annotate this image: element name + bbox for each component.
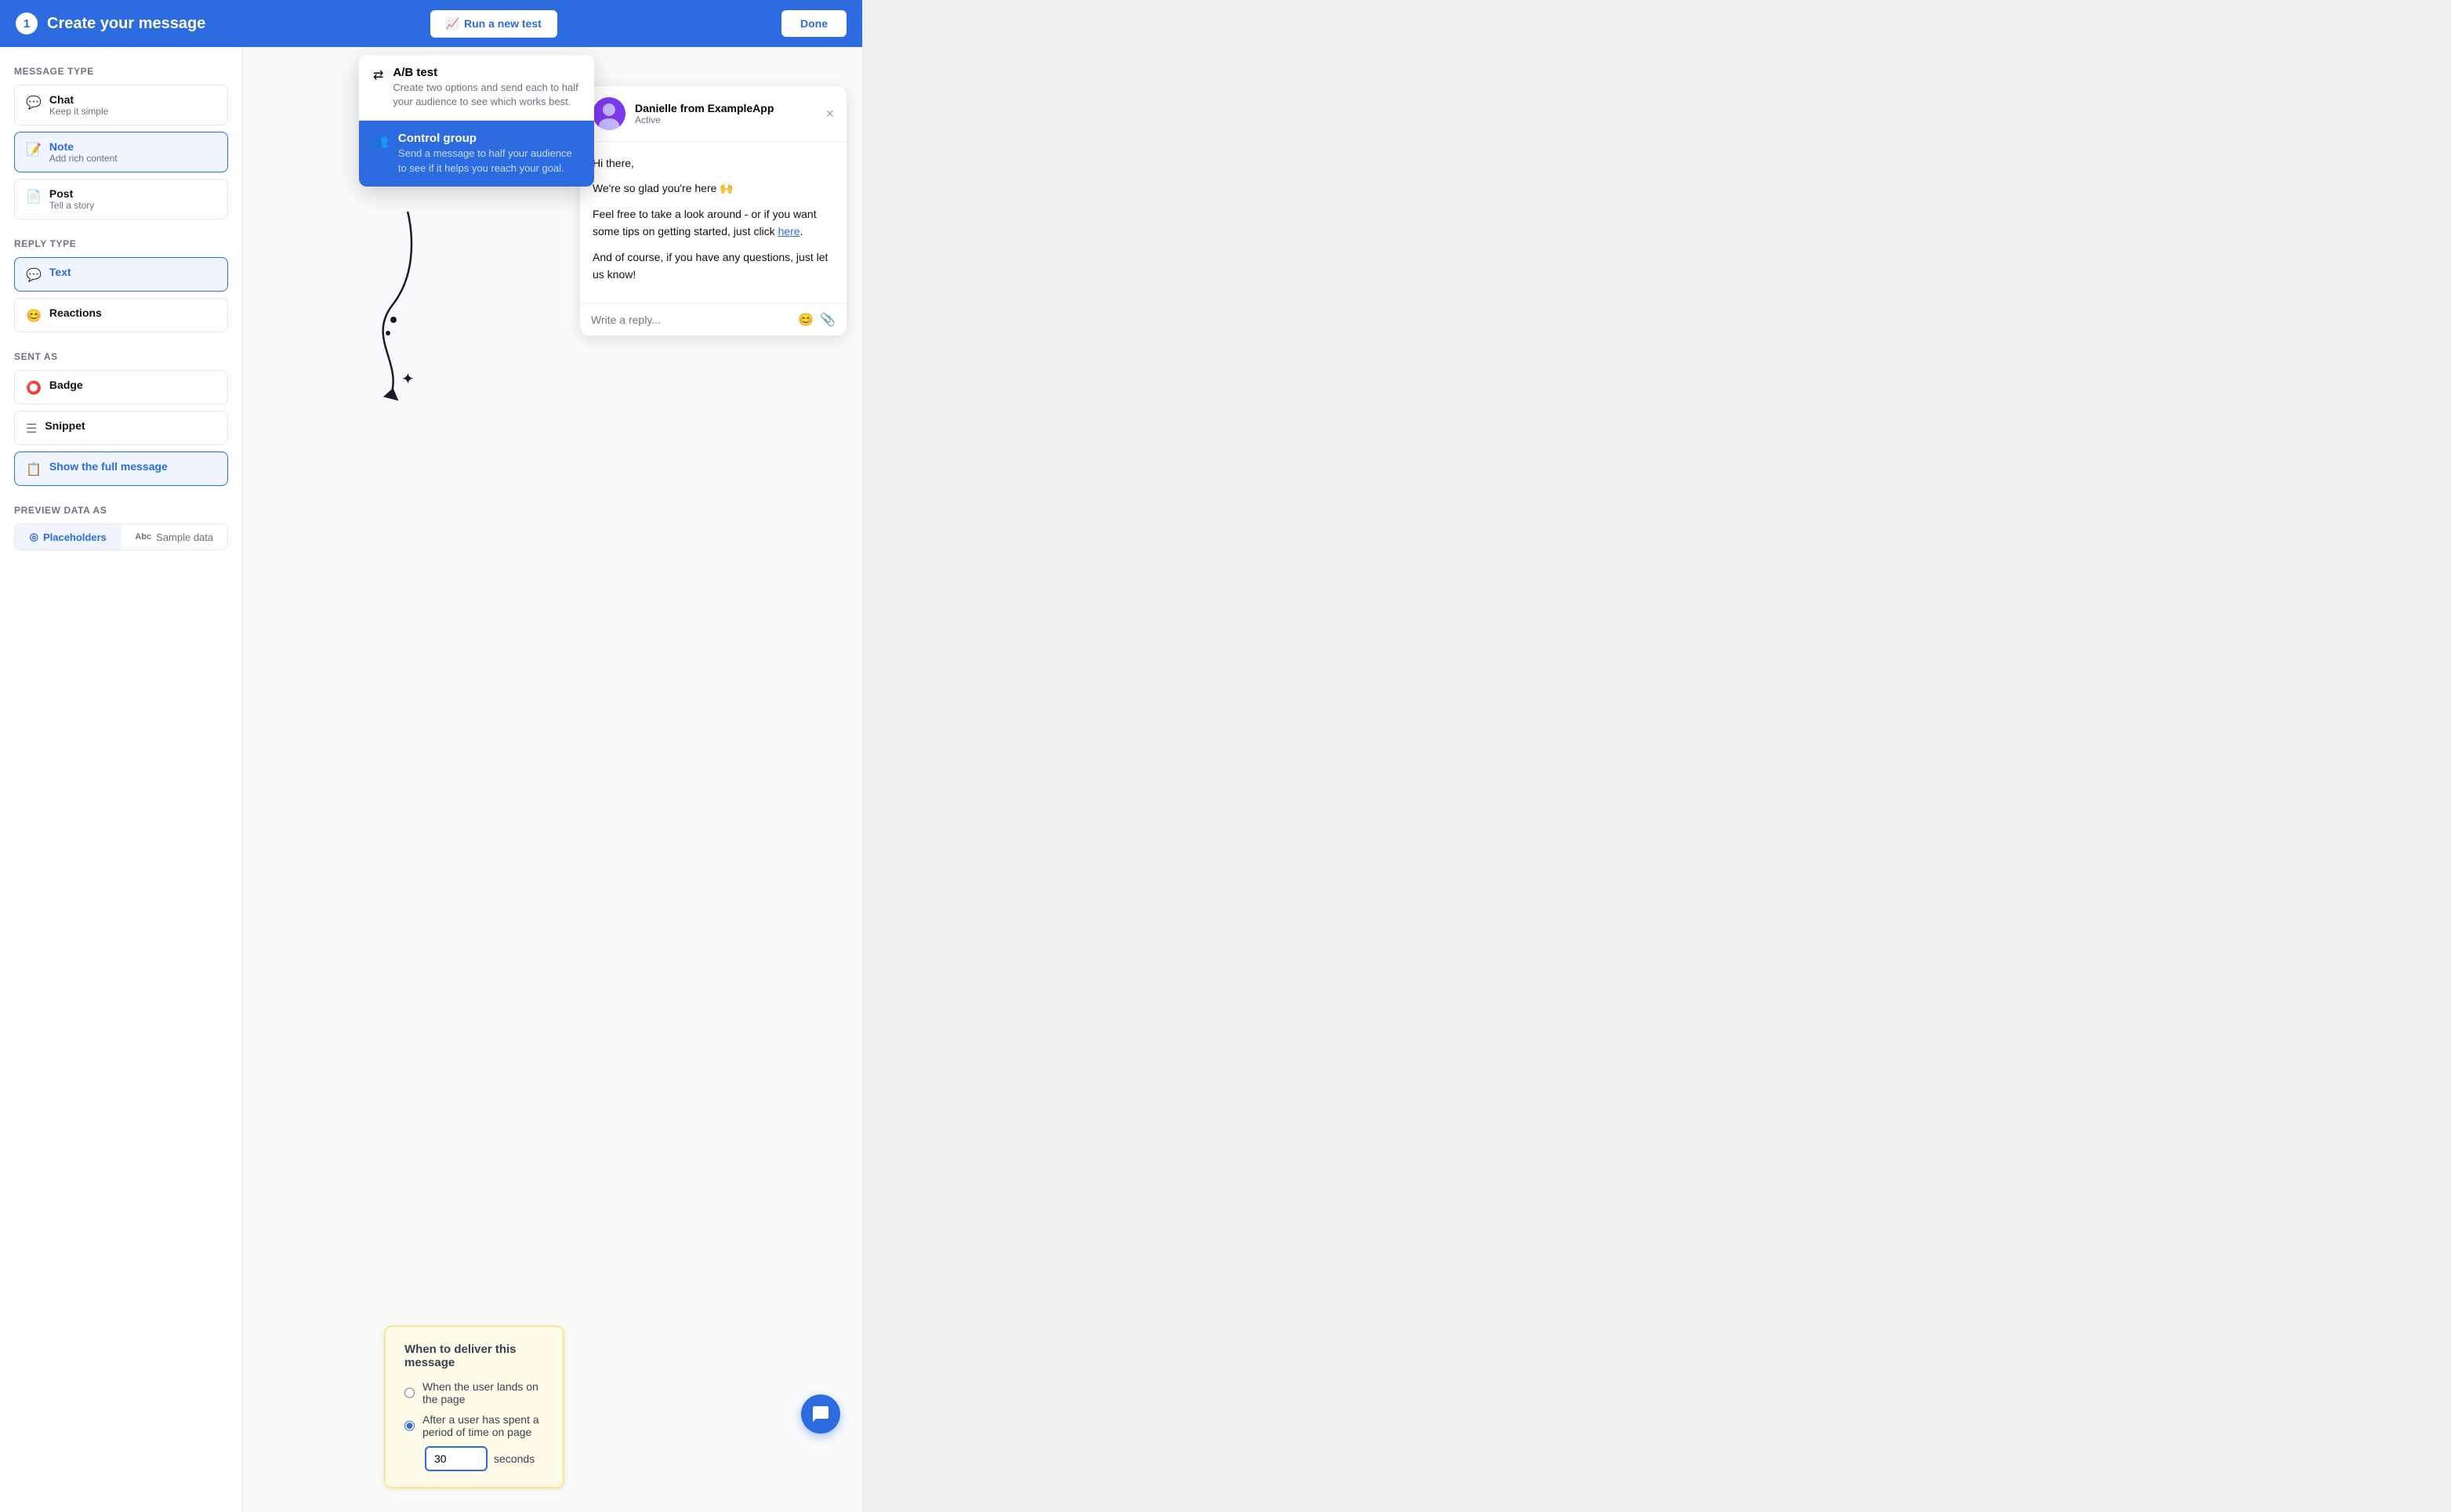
- ab-test-title: A/B test: [393, 66, 580, 79]
- dropdown-control-group[interactable]: 👥 Control group Send a message to half y…: [359, 121, 594, 186]
- post-icon: 📄: [26, 189, 42, 205]
- header-left: 1 Create your message: [16, 13, 205, 34]
- note-subtitle: Add rich content: [49, 153, 118, 164]
- chat-footer: 😊 📎: [580, 303, 847, 335]
- message-type-label: Message type: [14, 66, 228, 77]
- chat-bubble-button[interactable]: [801, 1394, 840, 1434]
- message-type-post[interactable]: 📄 Post Tell a story: [14, 179, 228, 219]
- placeholders-label: Placeholders: [43, 531, 107, 543]
- preview-toggle: ◎ Placeholders Abc Sample data: [14, 524, 228, 550]
- text-icon: 💬: [26, 267, 42, 283]
- chat-line-1: Hi there,: [593, 154, 834, 172]
- avatar: [593, 97, 625, 130]
- placeholders-icon: ◎: [30, 531, 38, 543]
- on-page-label: When the user lands on the page: [422, 1380, 544, 1405]
- dropdown-menu: ⇄ A/B test Create two options and send e…: [359, 55, 594, 187]
- sent-as-snippet[interactable]: ☰ Snippet: [14, 411, 228, 445]
- delivery-panel: When to deliver this message When the us…: [384, 1325, 564, 1488]
- close-button[interactable]: ×: [825, 106, 834, 122]
- sample-data-button[interactable]: Abc Sample data: [121, 524, 228, 549]
- control-group-title: Control group: [398, 132, 580, 145]
- header: 1 Create your message 📈 Run a new test D…: [0, 0, 862, 47]
- reply-input[interactable]: [591, 314, 792, 326]
- page-title: Create your message: [47, 15, 205, 33]
- reply-type-text[interactable]: 💬 Text: [14, 257, 228, 292]
- message-type-section: Message type 💬 Chat Keep it simple 📝 Not…: [14, 66, 228, 219]
- reply-type-reactions[interactable]: 😊 Reactions: [14, 298, 228, 332]
- chat-line-2: We're so glad you're here 🙌: [593, 179, 834, 197]
- reactions-title: Reactions: [49, 306, 102, 319]
- chat-bubble-icon: [811, 1405, 830, 1423]
- chat-footer-icons: 😊 📎: [798, 312, 836, 328]
- reply-type-section: Reply type 💬 Text 😊 Reactions: [14, 238, 228, 332]
- attachment-icon[interactable]: 📎: [820, 312, 836, 328]
- seconds-label: seconds: [494, 1452, 535, 1465]
- sidebar: Message type 💬 Chat Keep it simple 📝 Not…: [0, 47, 243, 1512]
- main-layout: Message type 💬 Chat Keep it simple 📝 Not…: [0, 47, 862, 1512]
- done-button[interactable]: Done: [781, 10, 847, 37]
- on-page-radio[interactable]: [404, 1387, 415, 1399]
- placeholders-button[interactable]: ◎ Placeholders: [15, 524, 121, 549]
- after-time-label: After a user has spent a period of time …: [422, 1413, 544, 1438]
- chat-link[interactable]: here: [778, 225, 800, 237]
- full-message-icon: 📋: [26, 462, 42, 477]
- run-test-button[interactable]: 📈 Run a new test: [430, 10, 557, 38]
- run-test-label: Run a new test: [464, 17, 542, 30]
- delivery-title: When to deliver this message: [404, 1343, 544, 1369]
- ab-test-icon: ⇄: [373, 67, 383, 83]
- seconds-input[interactable]: [425, 1446, 488, 1471]
- chat-subtitle: Keep it simple: [49, 106, 108, 117]
- badge-title: Badge: [49, 379, 83, 391]
- run-test-icon: 📈: [446, 17, 459, 31]
- delivery-option-after-time: After a user has spent a period of time …: [404, 1413, 544, 1438]
- post-title: Post: [49, 187, 94, 200]
- note-title: Note: [49, 140, 118, 153]
- delivery-option-on-page: When the user lands on the page: [404, 1380, 544, 1405]
- emoji-icon[interactable]: 😊: [798, 312, 814, 328]
- sample-data-label: Sample data: [156, 531, 213, 543]
- badge-icon: ⭕: [26, 380, 42, 396]
- reactions-icon: 😊: [26, 308, 42, 324]
- decorative-svg: ✦: [345, 204, 455, 408]
- sample-data-icon: Abc: [135, 532, 151, 542]
- after-time-radio[interactable]: [404, 1420, 415, 1432]
- message-type-chat[interactable]: 💬 Chat Keep it simple: [14, 85, 228, 125]
- message-type-note[interactable]: 📝 Note Add rich content: [14, 132, 228, 172]
- snippet-icon: ☰: [26, 421, 37, 437]
- chat-body: Hi there, We're so glad you're here 🙌 Fe…: [580, 142, 847, 303]
- svg-text:✦: ✦: [401, 371, 415, 388]
- time-input-row: seconds: [425, 1446, 544, 1471]
- content-area: ⇄ A/B test Create two options and send e…: [243, 47, 862, 1512]
- reply-type-label: Reply type: [14, 238, 228, 249]
- chat-icon: 💬: [26, 95, 42, 111]
- dropdown-ab-test[interactable]: ⇄ A/B test Create two options and send e…: [359, 55, 594, 120]
- chat-header: Danielle from ExampleApp Active ×: [580, 86, 847, 142]
- sent-as-label: Sent as: [14, 351, 228, 362]
- ab-test-subtitle: Create two options and send each to half…: [393, 81, 580, 109]
- step-badge: 1: [16, 13, 38, 34]
- note-icon: 📝: [26, 142, 42, 158]
- snippet-title: Snippet: [45, 419, 85, 432]
- control-group-icon: 👥: [373, 133, 389, 149]
- chat-header-info: Danielle from ExampleApp Active: [635, 102, 774, 125]
- chat-line-3: Feel free to take a look around - or if …: [593, 205, 834, 241]
- text-title: Text: [49, 266, 71, 278]
- preview-section: Preview data as ◎ Placeholders Abc Sampl…: [14, 505, 228, 550]
- agent-name: Danielle from ExampleApp: [635, 102, 774, 114]
- chat-line-4: And of course, if you have any questions…: [593, 248, 834, 284]
- sent-as-section: Sent as ⭕ Badge ☰ Snippet 📋 Show the ful…: [14, 351, 228, 486]
- full-message-title: Show the full message: [49, 460, 168, 473]
- sent-as-badge[interactable]: ⭕ Badge: [14, 370, 228, 404]
- chat-title: Chat: [49, 93, 108, 106]
- preview-label: Preview data as: [14, 505, 228, 516]
- agent-status: Active: [635, 114, 774, 125]
- post-subtitle: Tell a story: [49, 200, 94, 211]
- sent-as-full[interactable]: 📋 Show the full message: [14, 451, 228, 486]
- chat-preview: Danielle from ExampleApp Active × Hi the…: [580, 86, 847, 335]
- control-group-subtitle: Send a message to half your audience to …: [398, 147, 580, 175]
